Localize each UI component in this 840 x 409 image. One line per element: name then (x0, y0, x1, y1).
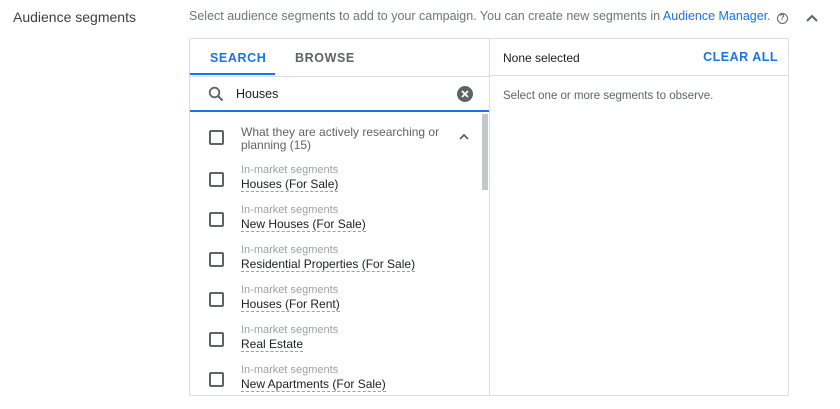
segment-name[interactable]: Houses (For Rent) (241, 297, 340, 312)
active-tab-indicator (190, 73, 275, 75)
audience-manager-link[interactable]: Audience Manager (663, 9, 767, 23)
segment-checkbox[interactable] (209, 172, 224, 187)
clear-search-icon[interactable] (457, 86, 473, 102)
segment-name[interactable]: New Apartments (For Sale) (241, 377, 386, 392)
group-header[interactable]: What they are actively researching or pl… (190, 126, 480, 156)
tab-bar: SEARCH BROWSE (190, 39, 489, 76)
segment-name[interactable]: New Houses (For Sale) (241, 217, 366, 232)
results-list: What they are actively researching or pl… (190, 114, 489, 395)
scrollbar-thumb[interactable] (482, 114, 488, 190)
search-pane: SEARCH BROWSE What they are actively res… (190, 39, 490, 395)
search-icon (208, 86, 224, 102)
search-bar (190, 76, 489, 112)
segment-checkbox[interactable] (209, 212, 224, 227)
segment-picker-panel: SEARCH BROWSE What they are actively res… (189, 38, 789, 396)
tab-browse[interactable]: BROWSE (295, 51, 355, 65)
list-item[interactable]: In-market segments Houses (For Rent) (190, 284, 480, 318)
selection-pane: None selected CLEAR ALL Select one or mo… (490, 39, 788, 395)
group-checkbox[interactable] (209, 130, 224, 145)
segment-checkbox[interactable] (209, 332, 224, 347)
tab-search[interactable]: SEARCH (210, 51, 266, 65)
list-item[interactable]: In-market segments New Apartments (For S… (190, 364, 480, 395)
description-text: Select audience segments to add to your … (189, 9, 663, 23)
segment-category: In-market segments (241, 164, 339, 176)
segment-checkbox[interactable] (209, 292, 224, 307)
segment-checkbox[interactable] (209, 372, 224, 387)
segment-name[interactable]: Real Estate (241, 337, 304, 352)
list-item[interactable]: In-market segments Residential Propertie… (190, 244, 480, 278)
segment-category: In-market segments (241, 364, 339, 376)
segment-category: In-market segments (241, 244, 339, 256)
section-description: Select audience segments to add to your … (189, 9, 788, 24)
section-label: Audience segments (13, 9, 136, 25)
segment-name[interactable]: Residential Properties (For Sale) (241, 257, 416, 272)
clear-all-button[interactable]: CLEAR ALL (703, 50, 778, 64)
group-title: What they are actively researching or pl… (241, 125, 440, 152)
segment-checkbox[interactable] (209, 252, 224, 267)
collapse-chevron-up-icon[interactable] (803, 11, 821, 25)
selection-header: None selected CLEAR ALL (490, 39, 788, 76)
list-item[interactable]: In-market segments Real Estate (190, 324, 480, 358)
search-input[interactable] (236, 85, 446, 103)
segment-category: In-market segments (241, 324, 339, 336)
help-icon[interactable]: ? (776, 13, 788, 24)
description-suffix: . (767, 9, 771, 23)
empty-selection-hint: Select one or more segments to observe. (503, 90, 714, 102)
chevron-up-icon[interactable] (457, 131, 471, 141)
list-item[interactable]: In-market segments New Houses (For Sale) (190, 204, 480, 238)
list-item[interactable]: In-market segments Houses (For Sale) (190, 164, 480, 198)
segment-category: In-market segments (241, 284, 339, 296)
segment-category: In-market segments (241, 204, 339, 216)
segment-name[interactable]: Houses (For Sale) (241, 177, 339, 192)
selection-status: None selected (503, 51, 580, 65)
